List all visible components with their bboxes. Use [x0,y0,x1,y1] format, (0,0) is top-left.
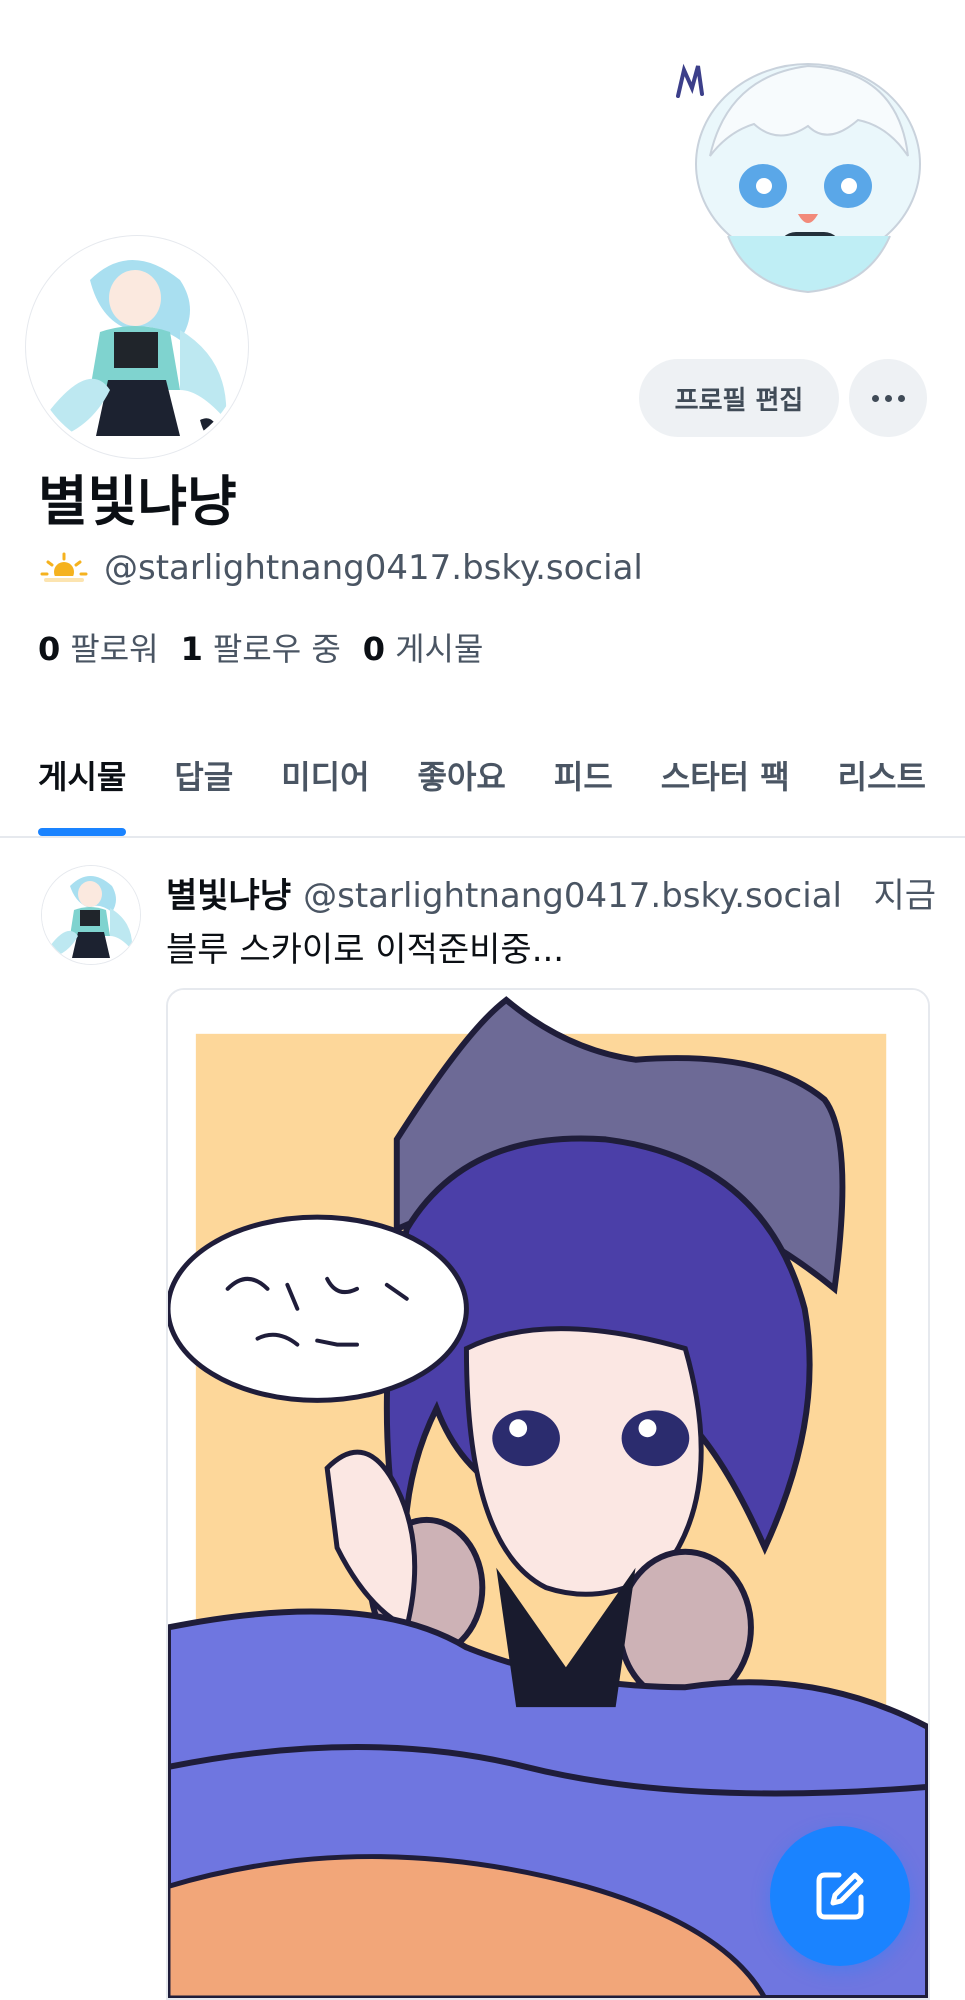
tab-likes[interactable]: 좋아요 [394,752,530,834]
tab-replies[interactable]: 답글 [150,752,257,834]
followers-count: 0 [38,630,61,668]
ellipsis-icon [871,394,905,402]
post-avatar-illustration [42,866,140,964]
posts-label: 게시물 [395,630,484,668]
posts-stat: 0 게시물 [363,624,484,670]
tab-starter-packs[interactable]: 스타터 팩 [637,752,814,834]
display-name: 별빛냐냥 [38,470,237,533]
tab-lists[interactable]: 리스트 [814,752,950,834]
post-meta: 별빛냐냥 @starlightnang0417.bsky.social 지금 [166,868,936,917]
compose-button[interactable] [770,1826,910,1966]
banner-chibi-illustration [676,63,921,294]
post-author-name[interactable]: 별빛냐냥 [166,868,291,917]
feed-post[interactable]: 별빛냐냥 @starlightnang0417.bsky.social 지금 블… [0,838,965,2000]
posts-count: 0 [362,630,386,668]
post-timestamp[interactable]: 지금 [873,868,936,917]
compose-icon [816,1872,864,1920]
profile-stats: 0 팔로워 1 팔로우 중 0 게시물 [38,624,483,670]
tab-posts[interactable]: 게시물 [0,752,150,836]
avatar-illustration [30,240,244,454]
followers-label: 팔로워 [70,630,159,668]
tab-feeds[interactable]: 피드 [530,752,637,834]
profile-avatar[interactable] [26,236,248,458]
following-count: 1 [180,630,203,668]
tab-media[interactable]: 미디어 [257,752,393,834]
profile-handle[interactable]: @starlightnang0417.bsky.social [104,548,643,588]
post-author-avatar[interactable] [42,866,140,964]
sun-behind-cloud-icon [40,552,88,584]
followers-stat[interactable]: 0 팔로워 [38,624,159,670]
edit-profile-button[interactable]: 프로필 편집 [639,359,839,437]
profile-tabs: 게시물 답글 미디어 좋아요 피드 스타터 팩 리스트 [0,752,965,838]
following-label: 팔로우 중 [212,630,341,668]
handle-row: @starlightnang0417.bsky.social [38,548,643,588]
post-text: 블루 스카이로 이적준비중... [166,930,565,970]
following-stat[interactable]: 1 팔로우 중 [181,624,341,670]
post-author-handle[interactable]: @starlightnang0417.bsky.social [303,876,842,916]
more-options-button[interactable] [849,359,927,437]
